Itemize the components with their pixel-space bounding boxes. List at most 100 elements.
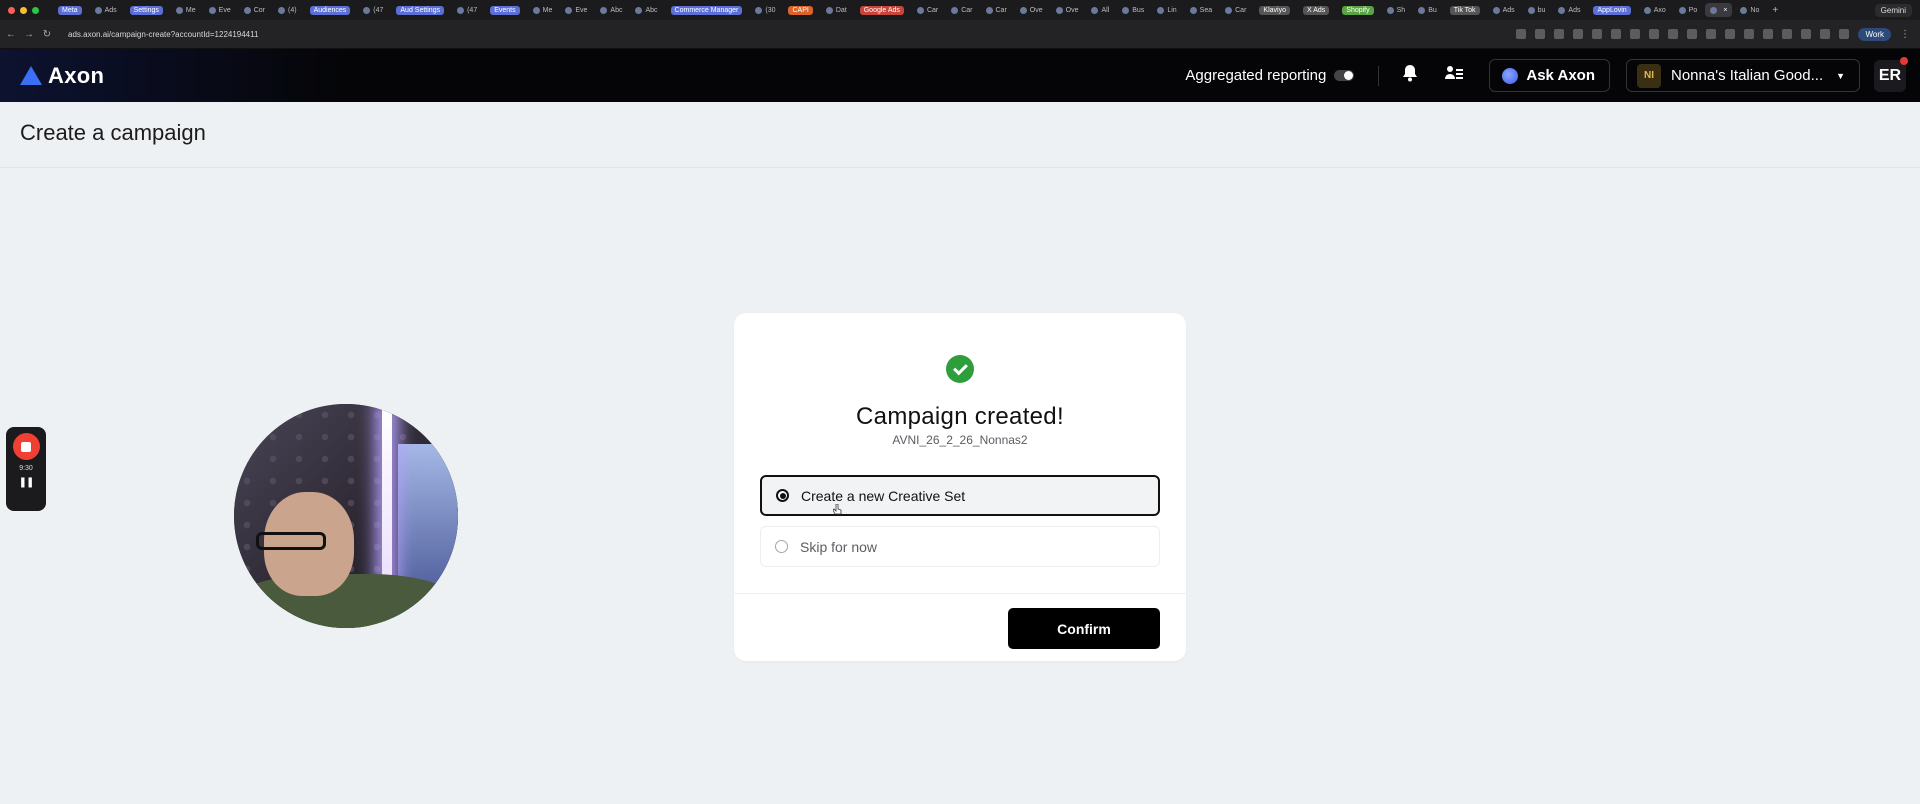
extension-icon[interactable] [1668, 29, 1679, 39]
bookmark-star-icon[interactable] [1535, 29, 1546, 39]
browser-tab[interactable]: CAPI [783, 3, 817, 17]
back-icon[interactable]: ← [4, 29, 18, 40]
browser-tab[interactable]: Eve [204, 3, 236, 17]
browser-tab[interactable]: Shopify [1337, 3, 1378, 17]
browser-tab[interactable]: bu [1523, 3, 1551, 17]
browser-tab[interactable]: Bu [1413, 3, 1442, 17]
browser-tab[interactable]: Me [171, 3, 201, 17]
stop-recording-button[interactable] [12, 433, 40, 460]
axon-logo[interactable]: Axon [20, 63, 104, 89]
browser-tab[interactable]: Ove [1051, 3, 1084, 17]
webcam-bubble[interactable] [234, 404, 458, 628]
extension-icon[interactable] [1592, 29, 1603, 39]
browser-tab[interactable]: × [1705, 3, 1733, 17]
download-icon[interactable] [1725, 29, 1736, 39]
extension-icon[interactable] [1554, 29, 1565, 39]
tab-label: Google Ads [859, 5, 904, 15]
browser-tab[interactable]: Po [1674, 3, 1703, 17]
browser-menu-icon[interactable]: ⋮ [1900, 29, 1910, 40]
option-skip-for-now[interactable]: Skip for now [760, 526, 1160, 567]
browser-tab[interactable]: Car [1220, 3, 1251, 17]
address-bar[interactable]: ads.axon.ai/campaign-create?accountId=12… [68, 30, 258, 39]
tab-label: Car [995, 6, 1007, 14]
browser-tab[interactable]: (47 [358, 3, 388, 17]
favicon-icon [985, 6, 993, 14]
extension-icon[interactable] [1820, 29, 1831, 39]
user-list-icon[interactable] [1445, 65, 1464, 86]
browser-tab[interactable]: Axo [1639, 3, 1671, 17]
browser-tab[interactable]: Ads [1553, 3, 1585, 17]
browser-tab[interactable]: Events [485, 3, 524, 17]
browser-tab[interactable]: All [1086, 3, 1114, 17]
extension-icon[interactable] [1573, 29, 1584, 39]
tab-label: Bu [1428, 6, 1437, 14]
option-create-creative-set[interactable]: Create a new Creative Set [760, 475, 1160, 516]
extension-icon[interactable] [1649, 29, 1660, 39]
browser-tab[interactable]: Sh [1382, 3, 1411, 17]
browser-tab[interactable]: Abc [595, 3, 627, 17]
ask-axon-button[interactable]: Ask Axon [1489, 59, 1610, 92]
bell-icon[interactable] [1401, 64, 1419, 87]
extension-icon[interactable] [1801, 29, 1812, 39]
browser-tab[interactable]: Bus [1117, 3, 1149, 17]
reload-icon[interactable]: ↻ [40, 29, 54, 40]
favicon-icon [208, 6, 216, 14]
browser-tab[interactable]: Lin [1152, 3, 1181, 17]
browser-tab[interactable]: (47 [452, 3, 482, 17]
extension-icon[interactable] [1687, 29, 1698, 39]
browser-tab[interactable]: No [1735, 3, 1764, 17]
toggle-switch[interactable] [1334, 70, 1355, 81]
browser-tab[interactable]: Ove [1015, 3, 1048, 17]
browser-tab[interactable]: (30 [750, 3, 780, 17]
browser-tab[interactable]: Meta [53, 3, 87, 17]
gemini-button[interactable]: Gemini [1874, 3, 1912, 17]
extension-icon[interactable] [1611, 29, 1622, 39]
extension-icon[interactable] [1782, 29, 1793, 39]
tab-label: Ads [1568, 6, 1581, 14]
browser-tab[interactable]: Abc [630, 3, 662, 17]
new-tab-button[interactable]: + [1767, 3, 1783, 17]
pause-icon[interactable]: ❚❚ [19, 477, 35, 488]
tab-label: No [1750, 6, 1760, 14]
browser-tab[interactable]: Tik Tok [1445, 3, 1485, 17]
zoom-icon[interactable] [1516, 29, 1527, 39]
browser-tab[interactable]: AppLovin [1588, 3, 1635, 17]
close-tab-icon[interactable]: × [1723, 7, 1727, 14]
account-selector[interactable]: NI Nonna's Italian Good... ▼ [1626, 59, 1860, 92]
profile-button[interactable]: Work [1858, 27, 1891, 41]
browser-tab[interactable]: Car [946, 3, 977, 17]
extension-icon[interactable] [1706, 29, 1717, 39]
browser-tab[interactable]: Klaviyo [1254, 3, 1295, 17]
user-avatar[interactable]: ER [1874, 56, 1908, 92]
browser-tab[interactable]: Ads [90, 3, 122, 17]
browser-tab[interactable]: (4) [273, 3, 302, 17]
browser-tab[interactable]: Audiences [305, 3, 356, 17]
extension-icon[interactable] [1763, 29, 1774, 39]
radio-button[interactable] [776, 489, 789, 502]
browser-tab[interactable]: Settings [125, 3, 168, 17]
browser-tab[interactable]: Google Ads [855, 3, 909, 17]
browser-tab[interactable]: Sea [1185, 3, 1217, 17]
close-window-button[interactable] [8, 6, 15, 14]
radio-button[interactable] [775, 540, 788, 553]
browser-tab[interactable]: Car [912, 3, 943, 17]
favicon-icon [916, 6, 924, 14]
browser-tab[interactable]: X Ads [1298, 3, 1334, 17]
browser-tab[interactable]: Me [528, 3, 558, 17]
forward-icon[interactable]: → [22, 29, 36, 40]
minimize-window-button[interactable] [20, 6, 27, 14]
browser-tab[interactable]: Car [981, 3, 1012, 17]
browser-tab[interactable]: Dat [821, 3, 852, 17]
browser-tab[interactable]: Cor [239, 3, 270, 17]
extension-icon[interactable] [1630, 29, 1641, 39]
browser-tab[interactable]: Commerce Manager [666, 3, 748, 17]
browser-tab[interactable]: Eve [560, 3, 592, 17]
maximize-window-button[interactable] [32, 6, 39, 14]
browser-tab[interactable]: Ads [1488, 3, 1520, 17]
tab-label: (47 [467, 6, 478, 14]
aggregated-reporting-toggle[interactable]: Aggregated reporting [1185, 67, 1355, 84]
confirm-button[interactable]: Confirm [1008, 608, 1160, 649]
browser-tab[interactable]: Aud Settings [391, 3, 449, 17]
extension-icon[interactable] [1744, 29, 1755, 39]
extension-icon[interactable] [1839, 29, 1850, 39]
